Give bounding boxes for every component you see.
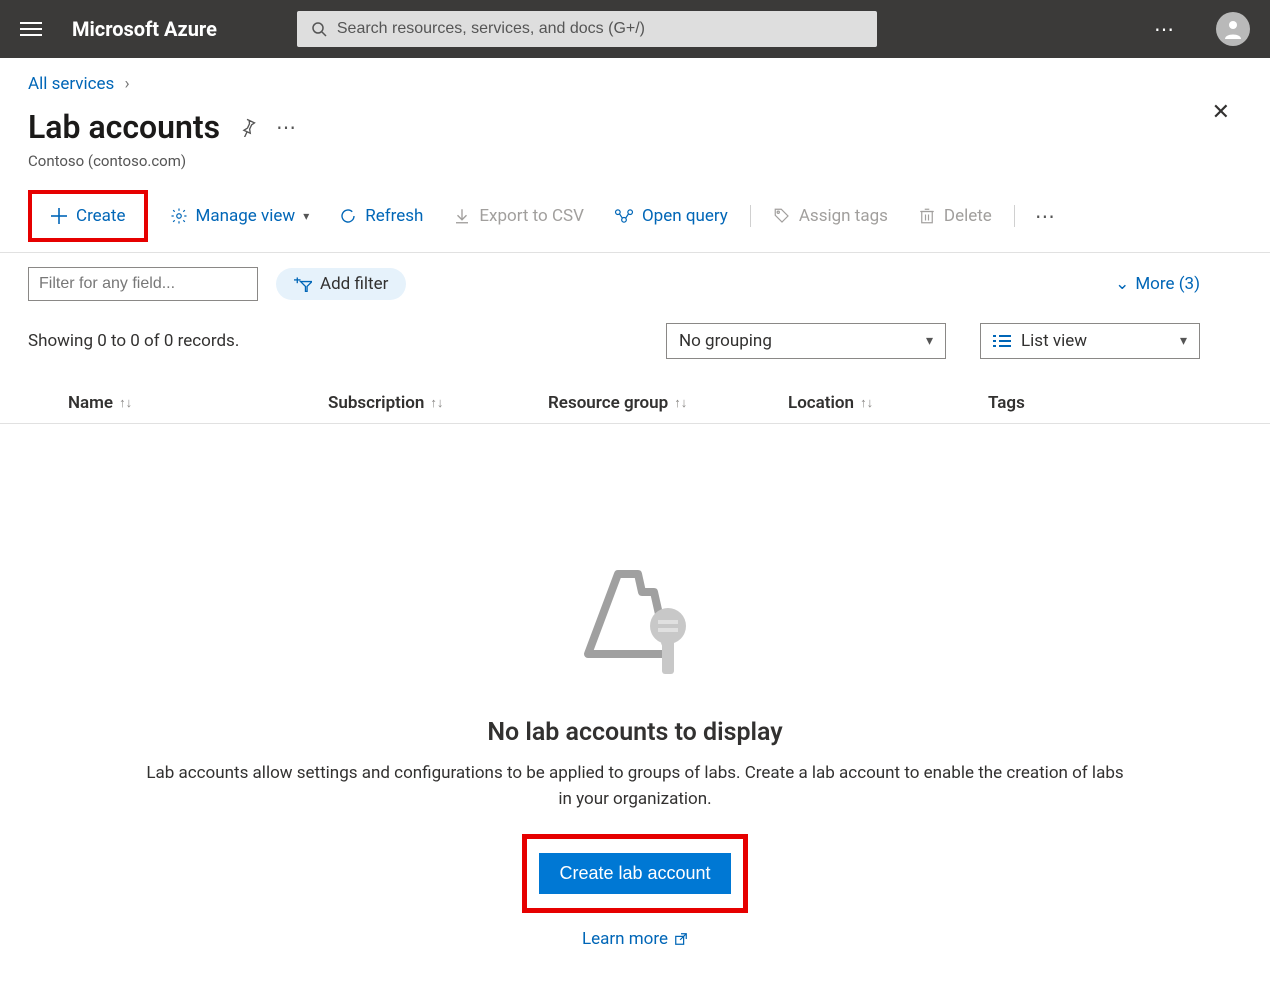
learn-more-link[interactable]: Learn more — [582, 929, 688, 949]
records-count: Showing 0 to 0 of 0 records. — [28, 331, 239, 351]
filter-input[interactable] — [28, 267, 258, 301]
header-more-icon[interactable]: ⋯ — [276, 115, 298, 139]
pin-icon[interactable] — [238, 117, 258, 137]
sort-icon: ↑↓ — [119, 395, 132, 411]
refresh-button[interactable]: Refresh — [331, 200, 431, 232]
create-label: Create — [76, 206, 126, 226]
topbar: Microsoft Azure ⋯ — [0, 0, 1270, 58]
brand-label: Microsoft Azure — [72, 17, 217, 41]
page-header: Lab accounts ⋯ ✕ — [0, 94, 1270, 146]
open-query-button[interactable]: Open query — [606, 200, 736, 232]
empty-description: Lab accounts allow settings and configur… — [145, 761, 1125, 812]
refresh-label: Refresh — [365, 206, 423, 226]
export-csv-label: Export to CSV — [479, 206, 584, 226]
assign-tags-label: Assign tags — [799, 206, 888, 226]
highlight-create: Create — [28, 190, 148, 242]
more-label: More (3) — [1135, 274, 1200, 294]
list-view-icon — [993, 334, 1011, 348]
view-value: List view — [1021, 331, 1087, 351]
manage-view-button[interactable]: Manage view ▾ — [162, 200, 318, 232]
external-link-icon — [674, 932, 688, 946]
chevron-down-icon: ▾ — [303, 209, 309, 223]
search-input[interactable] — [337, 20, 863, 38]
filter-row: Add filter ⌄ More (3) — [0, 253, 1270, 301]
breadcrumb: All services › — [0, 58, 1270, 94]
column-tags[interactable]: Tags — [988, 393, 1108, 413]
manage-view-label: Manage view — [196, 206, 296, 226]
chevron-down-icon: ▾ — [1180, 333, 1187, 349]
grouping-value: No grouping — [679, 331, 772, 351]
empty-title: No lab accounts to display — [0, 718, 1270, 747]
create-button[interactable]: Create — [42, 200, 134, 232]
sort-icon: ↑↓ — [860, 395, 873, 411]
column-location[interactable]: Location ↑↓ — [788, 393, 988, 413]
highlight-create-lab: Create lab account — [522, 834, 747, 913]
add-filter-label: Add filter — [320, 274, 388, 294]
chevron-down-icon: ▾ — [926, 333, 933, 349]
add-filter-button[interactable]: Add filter — [276, 268, 406, 300]
search-icon — [311, 21, 327, 37]
grouping-select[interactable]: No grouping ▾ — [666, 323, 946, 359]
close-icon[interactable]: ✕ — [1212, 100, 1230, 125]
column-subscription[interactable]: Subscription ↑↓ — [328, 393, 548, 413]
page-subtitle: Contoso (contoso.com) — [0, 146, 1270, 170]
column-name[interactable]: Name ↑↓ — [28, 393, 328, 413]
breadcrumb-link[interactable]: All services — [28, 74, 114, 94]
page-title: Lab accounts — [28, 108, 220, 146]
avatar[interactable] — [1216, 12, 1250, 46]
delete-label: Delete — [944, 206, 992, 226]
chevron-down-icon: ⌄ — [1115, 274, 1129, 294]
empty-state: No lab accounts to display Lab accounts … — [0, 424, 1270, 949]
hamburger-menu-icon[interactable] — [20, 22, 42, 36]
sort-icon: ↑↓ — [430, 395, 443, 411]
create-lab-account-button[interactable]: Create lab account — [539, 853, 730, 894]
table-header: Name ↑↓ Subscription ↑↓ Resource group ↑… — [0, 359, 1270, 424]
view-select[interactable]: List view ▾ — [980, 323, 1200, 359]
more-filters-link[interactable]: ⌄ More (3) — [1115, 274, 1200, 294]
export-csv-button[interactable]: Export to CSV — [445, 200, 592, 232]
separator — [1014, 205, 1015, 227]
column-resource-group[interactable]: Resource group ↑↓ — [548, 393, 788, 413]
sort-icon: ↑↓ — [674, 395, 687, 411]
global-search[interactable] — [297, 11, 877, 47]
open-query-label: Open query — [642, 206, 728, 226]
delete-button[interactable]: Delete — [910, 200, 1000, 232]
more-menu-icon[interactable]: ⋯ — [1154, 17, 1176, 41]
assign-tags-button[interactable]: Assign tags — [765, 200, 896, 232]
separator — [750, 205, 751, 227]
chevron-right-icon: › — [125, 74, 130, 94]
toolbar-more-icon[interactable]: ⋯ — [1035, 204, 1057, 228]
summary-row: Showing 0 to 0 of 0 records. No grouping… — [0, 301, 1270, 359]
command-toolbar: Create Manage view ▾ Refresh Export to C… — [0, 170, 1270, 253]
empty-state-icon — [570, 564, 700, 694]
